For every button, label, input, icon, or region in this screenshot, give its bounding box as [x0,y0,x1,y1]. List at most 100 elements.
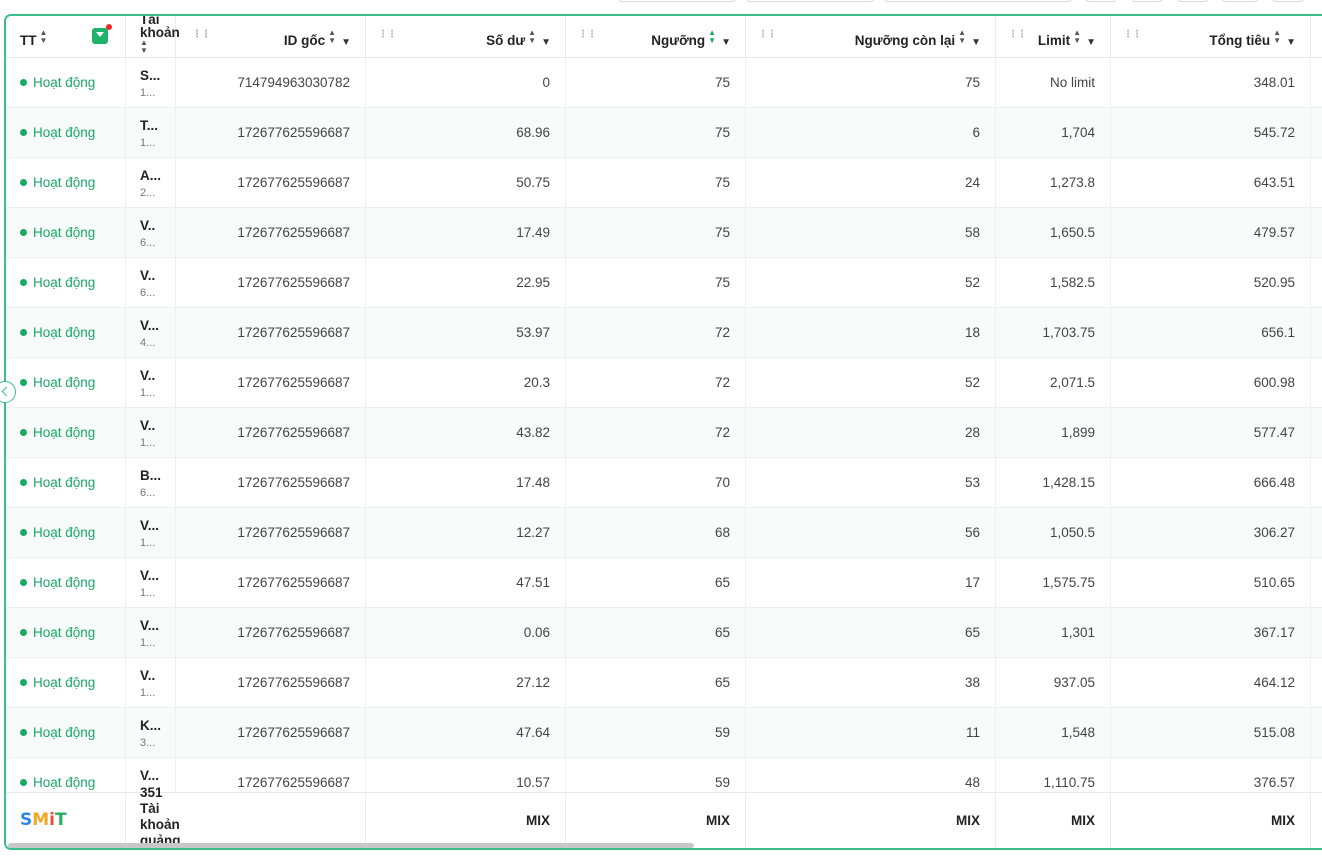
accounts-table: TT▲ ▼ Tài khoản ▲ ▼ ⋮⋮ ⋮⋮ ID gốc▲ ▼ ▼ ⋮⋮ Số d… [4,14,1322,850]
remaining-value: 56 [964,525,980,540]
account-name[interactable]: V.. [140,418,155,433]
column-label: Tổng tiêu [1209,33,1271,48]
account-name[interactable]: B... [140,468,161,483]
drag-handle-icon[interactable]: ⋮⋮ [758,30,777,40]
sort-icon[interactable]: ▲ ▼ [708,29,716,45]
status-text: Hoạt động [33,625,96,640]
account-cell[interactable]: V.. 1... [126,358,176,408]
account-name[interactable]: V... [140,768,159,783]
table-row[interactable]: Hoạt động K... 3... 172677625596687 47.64 59 1… [6,708,1322,758]
account-cell[interactable]: K... 3... [126,708,176,758]
account-name[interactable]: V.. [140,218,155,233]
drag-handle-icon[interactable]: ⋮⋮ [378,30,397,40]
table-row[interactable]: Hoạt động A... 2... 172677625596687 50.75 75 2… [6,158,1322,208]
account-cell[interactable]: V... 1... [126,608,176,658]
sort-icon[interactable]: ▲ ▼ [528,29,536,45]
filter-icon[interactable] [92,24,112,44]
limit-cell: 1,273.8 [996,158,1111,208]
account-cell[interactable]: S... 1... [126,58,176,108]
status-text: Hoạt động [33,475,96,490]
chevron-down-icon[interactable]: ▼ [721,37,731,48]
chevron-down-icon[interactable]: ▼ [1086,37,1096,48]
limit-value: 937.05 [1053,675,1095,690]
column-header-limit[interactable]: ⋮⋮ Limit▲ ▼ ▼ [996,16,1111,58]
account-cell[interactable]: V... 4... [126,308,176,358]
account-cell[interactable]: V.. 6... [126,208,176,258]
spend-cell: 520.95 [1111,258,1311,308]
table-row[interactable]: Hoạt động V.. 1... 172677625596687 20.3 72 52 2… [6,358,1322,408]
account-name[interactable]: V... [140,618,159,633]
sort-icon[interactable]: ▲ ▼ [140,39,148,55]
sort-icon[interactable]: ▲ ▼ [328,29,336,45]
remaining-cell: 65 [746,608,996,658]
table-row[interactable]: Hoạt động V... 1... 172677625596687 12.27 68 5… [6,508,1322,558]
account-count: 351 Tài khoản quảng [140,785,181,848]
table-row[interactable]: Hoạt động V... 1... 172677625596687 47.51 65 1… [6,558,1322,608]
threshold-cell: 75 [566,208,746,258]
table-row[interactable]: Hoạt động T... 1... 172677625596687 68.96 75 6… [6,108,1322,158]
table-row[interactable]: Hoạt động B... 6... 172677625596687 17.48 70 5… [6,458,1322,508]
toolbar-icon-button[interactable] [1177,0,1209,2]
chevron-down-icon[interactable]: ▼ [971,37,981,48]
balance-cell: 47.51 [366,558,566,608]
column-header-balance[interactable]: ⋮⋮ Số dư▲ ▼ ▼ [366,16,566,58]
status-dot-icon [20,179,27,186]
account-cell[interactable]: V.. 1... [126,658,176,708]
sort-icon[interactable]: ▲ ▼ [40,29,48,45]
sort-icon[interactable]: ▲ ▼ [1073,29,1081,45]
account-cell[interactable]: V... 1... [126,508,176,558]
column-header-id[interactable]: ⋮⋮ ID gốc▲ ▼ ▼ [176,16,366,58]
limit-value: 1,703.75 [1042,325,1095,340]
account-name[interactable]: V... [140,518,159,533]
balance-value: 0.06 [523,625,550,640]
status-text: Hoạt động [33,275,96,290]
column-header-status[interactable]: TT▲ ▼ [6,16,126,58]
account-cell[interactable]: V.. 1... [126,408,176,458]
chevron-down-icon[interactable]: ▼ [1286,37,1296,48]
toolbar-control[interactable] [884,0,1072,2]
drag-handle-icon[interactable]: ⋮⋮ [578,30,597,40]
table-row[interactable]: Hoạt động S... 1... 714794963030782 0 75 75 No … [6,58,1322,108]
account-name[interactable]: V... [140,318,159,333]
table-row[interactable]: Hoạt động V.. 1... 172677625596687 43.82 72 28… [6,408,1322,458]
toolbar-control[interactable] [746,0,874,2]
toolbar-icon-button[interactable] [1272,0,1304,2]
column-header-spend[interactable]: ⋮⋮ Tổng tiêu▲ ▼ ▼ [1111,16,1311,58]
account-name[interactable]: S... [140,68,160,83]
toolbar-control[interactable] [618,0,736,2]
account-cell[interactable]: V... 1... [126,558,176,608]
account-cell[interactable]: T... 1... [126,108,176,158]
toolbar-icon-button[interactable] [1085,0,1117,2]
column-header-remaining[interactable]: ⋮⋮ Ngưỡng còn lại▲ ▼ ▼ [746,16,996,58]
table-row[interactable]: Hoạt động V... 4... 172677625596687 53.97 72 1… [6,308,1322,358]
account-name[interactable]: A... [140,168,161,183]
account-cell[interactable]: B... 6... [126,458,176,508]
table-row[interactable]: Hoạt động V.. 1... 172677625596687 27.12 65 38… [6,658,1322,708]
limit-cell: 937.05 [996,658,1111,708]
drag-handle-icon[interactable]: ⋮⋮ [1008,30,1027,40]
table-row[interactable]: Hoạt động V.. 6... 172677625596687 17.49 75 58… [6,208,1322,258]
account-name[interactable]: V.. [140,268,155,283]
account-sub: 3... [140,737,156,749]
account-name[interactable]: V.. [140,668,155,683]
drag-handle-icon[interactable]: ⋮⋮ [1123,30,1142,40]
table-row[interactable]: Hoạt động V... 1... 172677625596687 0.06 65 65… [6,608,1322,658]
status-dot-icon [20,129,27,136]
account-name[interactable]: V... [140,568,159,583]
account-name[interactable]: T... [140,118,158,133]
drag-handle-icon[interactable]: ⋮⋮ [192,30,211,40]
toolbar-icon-button[interactable] [1222,0,1258,2]
chevron-down-icon[interactable]: ▼ [541,37,551,48]
sort-icon[interactable]: ▲ ▼ [958,29,966,45]
toolbar-icon-button[interactable] [1131,0,1163,2]
sort-icon[interactable]: ▲ ▼ [1273,29,1281,45]
column-header-account[interactable]: Tài khoản ▲ ▼ ⋮⋮ [126,16,211,58]
table-row[interactable]: Hoạt động V.. 6... 172677625596687 22.95 75 52… [6,258,1322,308]
account-name[interactable]: K... [140,718,161,733]
account-cell[interactable]: V.. 6... [126,258,176,308]
chevron-down-icon[interactable]: ▼ [341,37,351,48]
horizontal-scrollbar[interactable] [8,843,694,848]
column-header-threshold[interactable]: ⋮⋮ Ngưỡng▲ ▼ ▼ [566,16,746,58]
account-name[interactable]: V.. [140,368,155,383]
account-cell[interactable]: A... 2... [126,158,176,208]
